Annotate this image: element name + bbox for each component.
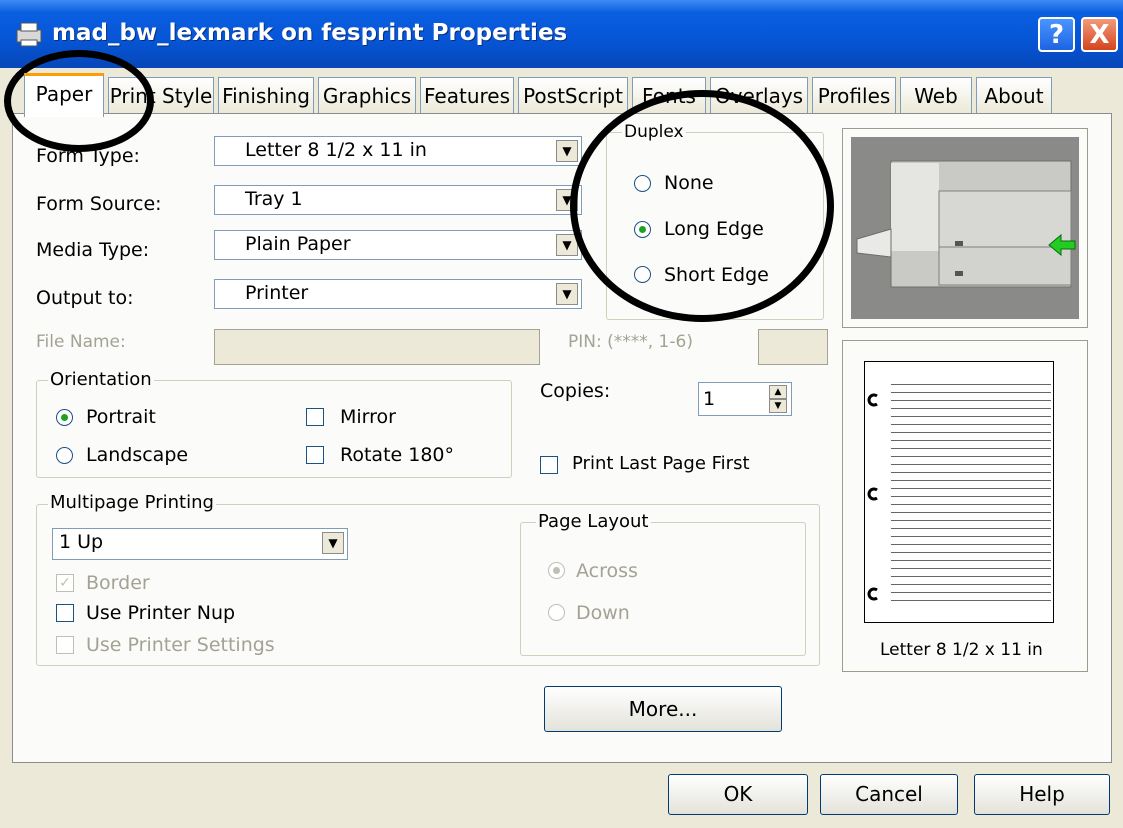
use-printer-settings-checkbox[interactable] bbox=[56, 636, 74, 654]
media-type-value: Plain Paper bbox=[245, 233, 351, 255]
page-preview-caption: Letter 8 1/2 x 11 in bbox=[880, 640, 1043, 660]
rotate-180-checkbox[interactable] bbox=[306, 446, 324, 464]
down-radio[interactable] bbox=[548, 604, 565, 621]
output-to-select[interactable]: Printer ▼ bbox=[214, 279, 582, 309]
spin-down-icon[interactable]: ▼ bbox=[769, 399, 787, 413]
copies-label: Copies: bbox=[540, 380, 611, 402]
window-title: mad_bw_lexmark on fesprint Properties bbox=[52, 20, 568, 46]
tab-paper[interactable]: Paper bbox=[24, 73, 104, 117]
tab-web[interactable]: Web bbox=[900, 77, 972, 113]
multipage-select[interactable]: 1 Up ▼ bbox=[52, 528, 348, 560]
help-icon[interactable]: ? bbox=[1038, 17, 1075, 52]
across-radio[interactable] bbox=[548, 562, 565, 579]
form-source-select[interactable]: Tray 1 ▼ bbox=[214, 185, 582, 215]
border-checkbox[interactable]: ✓ bbox=[56, 574, 74, 592]
mirror-label[interactable]: Mirror bbox=[340, 406, 396, 428]
printer-icon bbox=[14, 20, 44, 48]
portrait-label[interactable]: Portrait bbox=[86, 406, 156, 428]
pin-label: PIN: (****, 1-6) bbox=[568, 332, 693, 352]
output-to-label: Output to: bbox=[36, 287, 134, 309]
annotation-circle-duplex bbox=[570, 90, 834, 322]
help-button[interactable]: Help bbox=[974, 774, 1110, 815]
output-to-value: Printer bbox=[245, 282, 309, 304]
ok-button[interactable]: OK bbox=[668, 774, 808, 815]
printer-image bbox=[842, 128, 1088, 328]
border-label: Border bbox=[86, 572, 150, 594]
page-layout-group bbox=[520, 522, 806, 656]
chevron-down-icon[interactable]: ▼ bbox=[556, 140, 578, 162]
cancel-button[interactable]: Cancel bbox=[820, 774, 958, 815]
print-last-page-first-checkbox[interactable] bbox=[540, 456, 558, 474]
spin-up-icon[interactable]: ▲ bbox=[769, 385, 787, 399]
orientation-legend: Orientation bbox=[48, 369, 154, 390]
form-type-value: Letter 8 1/2 x 11 in bbox=[245, 139, 427, 161]
multipage-legend: Multipage Printing bbox=[48, 492, 216, 513]
form-source-value: Tray 1 bbox=[245, 188, 303, 210]
across-label: Across bbox=[576, 560, 638, 582]
landscape-label[interactable]: Landscape bbox=[86, 444, 188, 466]
print-last-page-first-label[interactable]: Print Last Page First bbox=[572, 453, 750, 474]
use-printer-nup-label[interactable]: Use Printer Nup bbox=[86, 602, 235, 624]
media-type-label: Media Type: bbox=[36, 239, 150, 261]
tab-graphics[interactable]: Graphics bbox=[318, 77, 416, 113]
media-type-select[interactable]: Plain Paper ▼ bbox=[214, 230, 582, 260]
chevron-down-icon[interactable]: ▼ bbox=[556, 283, 578, 305]
use-printer-settings-label: Use Printer Settings bbox=[86, 634, 275, 656]
chevron-down-icon[interactable]: ▼ bbox=[322, 532, 344, 554]
close-icon[interactable]: X bbox=[1081, 17, 1118, 52]
pin-field[interactable] bbox=[758, 329, 828, 365]
file-name-label: File Name: bbox=[36, 332, 126, 352]
tab-finishing[interactable]: Finishing bbox=[218, 77, 314, 113]
rotate-180-label[interactable]: Rotate 180° bbox=[340, 444, 454, 466]
file-name-field[interactable] bbox=[214, 329, 540, 365]
form-type-select[interactable]: Letter 8 1/2 x 11 in ▼ bbox=[214, 136, 582, 166]
more-button[interactable]: More... bbox=[544, 686, 782, 732]
page-layout-legend: Page Layout bbox=[536, 511, 651, 532]
use-printer-nup-checkbox[interactable] bbox=[56, 604, 74, 622]
title-bar[interactable]: mad_bw_lexmark on fesprint Properties ? … bbox=[0, 0, 1123, 68]
mirror-checkbox[interactable] bbox=[306, 408, 324, 426]
form-source-label: Form Source: bbox=[36, 193, 162, 215]
tab-features[interactable]: Features bbox=[420, 77, 514, 113]
page-preview bbox=[864, 361, 1054, 623]
copies-spinbox[interactable]: 1 ▲ ▼ bbox=[698, 382, 792, 416]
tab-postscript[interactable]: PostScript bbox=[518, 77, 628, 113]
copies-value[interactable]: 1 bbox=[703, 388, 715, 410]
multipage-value: 1 Up bbox=[59, 531, 104, 553]
tab-about[interactable]: About bbox=[976, 77, 1052, 113]
landscape-radio[interactable] bbox=[56, 447, 73, 464]
portrait-radio[interactable] bbox=[56, 409, 73, 426]
down-label: Down bbox=[576, 602, 630, 624]
tab-profiles[interactable]: Profiles bbox=[812, 77, 896, 113]
properties-dialog: mad_bw_lexmark on fesprint Properties ? … bbox=[0, 0, 1123, 828]
